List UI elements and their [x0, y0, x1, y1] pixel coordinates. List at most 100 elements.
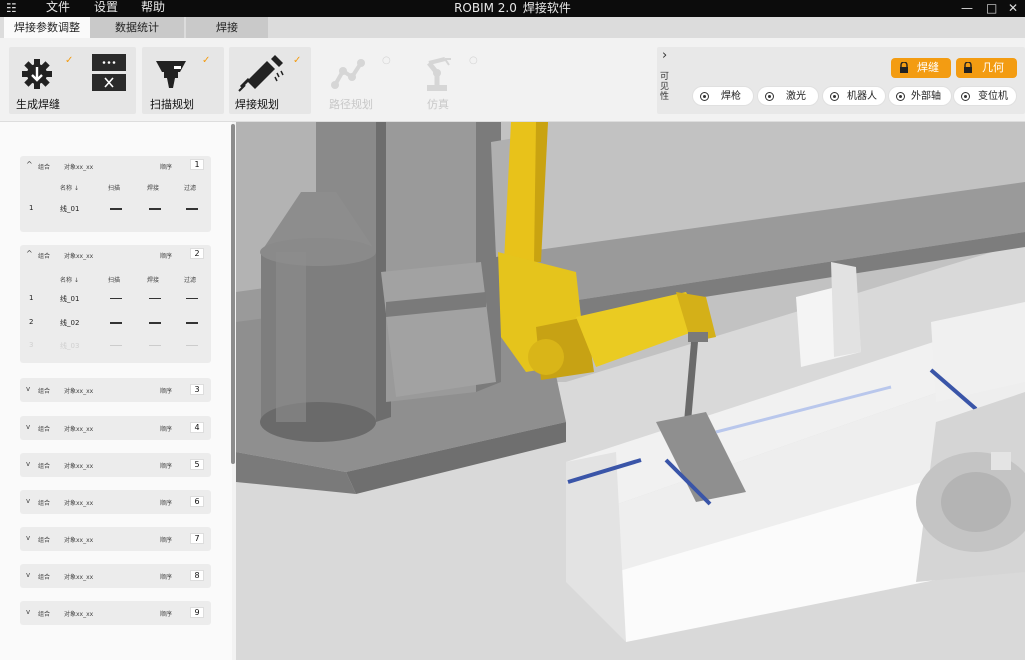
- group-order-input[interactable]: 3: [190, 384, 204, 395]
- expand-chevron-icon[interactable]: v: [26, 497, 30, 505]
- group-label: 组合: [38, 574, 51, 581]
- path-plan-button[interactable]: ○ 路径规划: [318, 47, 400, 114]
- row-name: 线_02: [60, 319, 80, 327]
- toggle-torch-label: 焊枪: [721, 91, 741, 102]
- column-weld: 焊接: [147, 185, 160, 192]
- tab-data-stats[interactable]: 数据统计: [90, 17, 184, 38]
- radio-on-icon: [700, 92, 709, 101]
- group-card-6[interactable]: v 组合 对象xx_xx 顺序 6: [20, 490, 211, 514]
- group-order-input[interactable]: 8: [190, 570, 204, 581]
- toggle-robot-label: 机器人: [847, 91, 877, 102]
- group-card-5[interactable]: v 组合 对象xx_xx 顺序 5: [20, 453, 211, 477]
- column-weld: 焊接: [147, 277, 160, 284]
- group-order-input[interactable]: 4: [190, 422, 204, 433]
- group-label: 组合: [38, 463, 51, 470]
- window-title: ROBIM 2.0 焊接软件: [0, 0, 1025, 16]
- group-order-label: 顺序: [160, 500, 173, 507]
- scanner-icon: [156, 61, 186, 88]
- gear-icon: [22, 59, 52, 89]
- group-object: 对象xx_xx: [64, 426, 94, 433]
- collapse-chevron-icon[interactable]: ^: [26, 249, 33, 258]
- toggle-positioner-label: 变位机: [978, 91, 1008, 102]
- radio-on-icon: [830, 92, 839, 101]
- simulation-pending-icon: ○: [469, 55, 478, 66]
- row-name: 线_01: [60, 205, 80, 213]
- group-card-9[interactable]: v 组合 对象xx_xx 顺序 9: [20, 601, 211, 625]
- group-order-input[interactable]: 2: [190, 248, 204, 259]
- column-scan: 扫描: [108, 277, 121, 284]
- group-order-input[interactable]: 5: [190, 459, 204, 470]
- lock-geometry-button[interactable]: 几何: [956, 58, 1017, 78]
- filter-status-empty: [186, 322, 198, 324]
- weld-plan-done-icon: ✓: [293, 55, 302, 66]
- column-scan: 扫描: [108, 185, 121, 192]
- lock-weld-button[interactable]: 焊缝: [891, 58, 951, 78]
- title-bar: ☷ 文件 设置 帮助 ROBIM 2.0 焊接软件 — □ ✕: [0, 0, 1025, 17]
- generate-weld-done-icon: ✓: [65, 55, 74, 66]
- list-clear-icon: [92, 54, 126, 91]
- scan-status-empty: [110, 345, 122, 346]
- group-order-input[interactable]: 7: [190, 533, 204, 544]
- group-label: 组合: [38, 388, 51, 395]
- generate-weld-label: 生成焊缝: [16, 98, 60, 111]
- group-card-7[interactable]: v 组合 对象xx_xx 顺序 7: [20, 527, 211, 551]
- group-order-input[interactable]: 1: [190, 159, 204, 170]
- collapse-arrow-icon[interactable]: ›: [662, 48, 667, 63]
- row-name: 线_03: [60, 342, 80, 350]
- row-index: 3: [29, 341, 34, 349]
- row-index: 1: [29, 204, 34, 212]
- group-label: 组合: [38, 426, 51, 433]
- toggle-positioner[interactable]: 变位机: [953, 86, 1017, 106]
- tab-weld-params[interactable]: 焊接参数调整: [4, 17, 90, 38]
- group-label: 组合: [38, 500, 51, 507]
- weld-status-empty: [149, 345, 161, 346]
- weld-list-button[interactable]: [92, 54, 126, 92]
- toggle-external-axis[interactable]: 外部轴: [888, 86, 952, 106]
- scan-status-empty: [110, 298, 122, 299]
- close-icon[interactable]: ✕: [1008, 0, 1018, 16]
- list-scrollbar[interactable]: [231, 124, 235, 464]
- toggle-laser-label: 激光: [786, 91, 806, 102]
- toggle-laser[interactable]: 激光: [757, 86, 819, 106]
- group-object: 对象xx_xx: [64, 253, 94, 260]
- scan-status-empty: [110, 322, 122, 324]
- group-order-input[interactable]: 6: [190, 496, 204, 507]
- minimize-icon[interactable]: —: [961, 0, 973, 16]
- group-card-4[interactable]: v 组合 对象xx_xx 顺序 4: [20, 416, 211, 440]
- weld-status-empty: [149, 322, 161, 324]
- column-name[interactable]: 名称 ↓: [60, 183, 79, 192]
- 3d-viewport[interactable]: [236, 122, 1025, 660]
- group-order-label: 顺序: [160, 388, 173, 395]
- group-label: 组合: [38, 611, 51, 618]
- group-object: 对象xx_xx: [64, 611, 94, 618]
- maximize-icon[interactable]: □: [986, 0, 997, 16]
- tab-weld[interactable]: 焊接: [186, 17, 268, 38]
- group-object: 对象xx_xx: [64, 537, 94, 544]
- scan-plan-button[interactable]: ✓ 扫描规划: [142, 47, 224, 114]
- expand-chevron-icon[interactable]: v: [26, 608, 30, 616]
- weld-plan-button[interactable]: ✓ 焊接规划: [229, 47, 311, 114]
- collapse-chevron-icon[interactable]: ^: [26, 160, 33, 169]
- weld-status-empty: [149, 208, 161, 210]
- expand-chevron-icon[interactable]: v: [26, 385, 30, 393]
- expand-chevron-icon[interactable]: v: [26, 571, 30, 579]
- group-card-3[interactable]: v 组合 对象xx_xx 顺序 3: [20, 378, 211, 402]
- simulation-label: 仿真: [427, 98, 449, 111]
- generate-weld-button[interactable]: ✓ 生成焊缝: [9, 47, 89, 114]
- group-order-input[interactable]: 9: [190, 607, 204, 618]
- expand-chevron-icon[interactable]: v: [26, 534, 30, 542]
- group-order-label: 顺序: [160, 426, 173, 433]
- group-card-2[interactable]: ^ 组合 对象xx_xx 顺序 2 名称 ↓ 扫描 焊接 过滤 1 线_01 2…: [20, 245, 211, 363]
- row-index: 2: [29, 318, 34, 326]
- expand-chevron-icon[interactable]: v: [26, 460, 30, 468]
- group-card-8[interactable]: v 组合 对象xx_xx 顺序 8: [20, 564, 211, 588]
- expand-chevron-icon[interactable]: v: [26, 423, 30, 431]
- radio-on-icon: [765, 92, 774, 101]
- simulation-button[interactable]: ○ 仿真: [405, 47, 487, 114]
- column-name[interactable]: 名称 ↓: [60, 275, 79, 284]
- group-order-label: 顺序: [160, 253, 173, 260]
- column-filter: 过滤: [184, 185, 197, 192]
- group-card-1[interactable]: ^ 组合 对象xx_xx 顺序 1 名称 ↓ 扫描 焊接 过滤 1 线_01: [20, 156, 211, 232]
- toggle-robot[interactable]: 机器人: [822, 86, 886, 106]
- toggle-torch[interactable]: 焊枪: [692, 86, 754, 106]
